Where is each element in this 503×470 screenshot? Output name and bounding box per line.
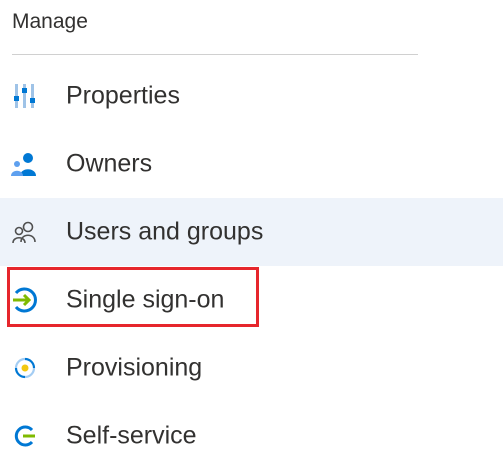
menu-item-provisioning[interactable]: Provisioning [0, 334, 503, 402]
manage-menu: Properties Owners Users and groups Singl… [0, 62, 503, 470]
menu-item-label: Self-service [66, 421, 197, 450]
menu-item-label: Properties [66, 81, 180, 110]
menu-item-self-service[interactable]: Self-service [0, 402, 503, 470]
section-divider [12, 54, 418, 55]
menu-item-label: Single sign-on [66, 285, 225, 314]
menu-item-label: Owners [66, 149, 153, 178]
menu-item-properties[interactable]: Properties [0, 62, 503, 130]
owners-icon [11, 150, 39, 178]
single-sign-on-icon [11, 286, 39, 314]
menu-item-owners[interactable]: Owners [0, 130, 503, 198]
properties-icon [11, 82, 39, 110]
users-groups-icon [11, 218, 39, 246]
menu-item-label: Provisioning [66, 353, 203, 382]
menu-item-label: Users and groups [66, 217, 264, 246]
menu-item-single-sign-on[interactable]: Single sign-on [0, 266, 503, 334]
menu-item-users-and-groups[interactable]: Users and groups [0, 198, 503, 266]
section-header: Manage [12, 10, 88, 33]
provisioning-icon [11, 354, 39, 382]
